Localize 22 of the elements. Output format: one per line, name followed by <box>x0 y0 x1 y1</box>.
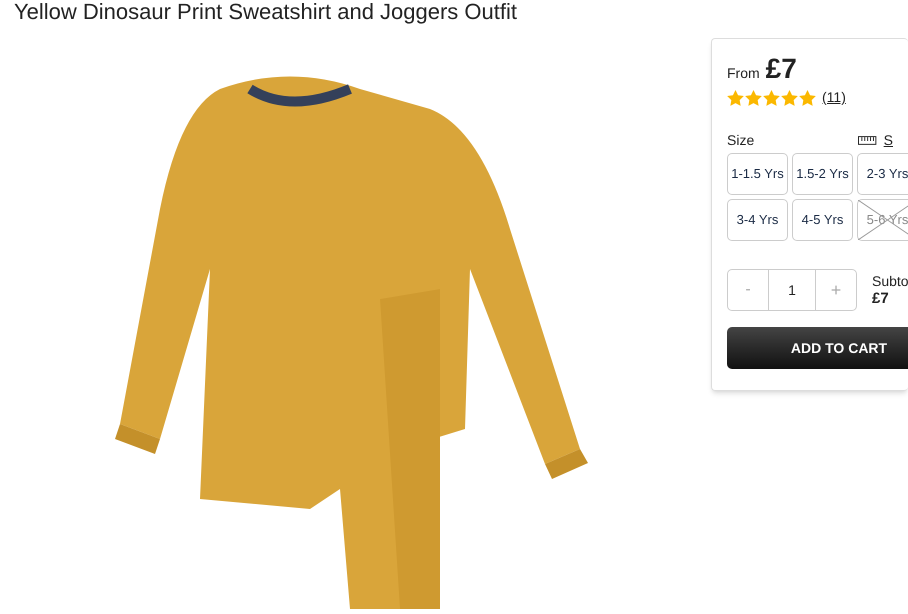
star-icon <box>727 90 744 106</box>
size-label: Size <box>727 130 756 150</box>
review-count-link[interactable]: (11) <box>822 87 846 108</box>
star-icon <box>781 90 798 106</box>
star-icon <box>763 90 780 106</box>
size-option[interactable]: 1-1.5 Yrs <box>727 153 788 195</box>
star-icon <box>745 90 762 106</box>
size-option[interactable]: 1.5-2 Yrs <box>792 153 853 195</box>
price: £7 <box>766 53 797 85</box>
size-option[interactable]: 2-3 Yrs <box>857 153 908 195</box>
quantity-field[interactable]: 1 <box>769 269 815 311</box>
price-prefix: From <box>727 64 760 83</box>
subtotal-label: Subto <box>872 272 908 290</box>
star-icon <box>799 90 816 106</box>
size-guide-link[interactable]: S <box>884 130 893 150</box>
add-to-cart-button[interactable]: ADD TO CART <box>727 327 908 369</box>
size-option[interactable]: 4-5 Yrs <box>792 199 853 241</box>
product-title: Yellow Dinosaur Print Sweatshirt and Joggers Outfit <box>14 0 517 26</box>
size-option[interactable]: 3-4 Yrs <box>727 199 788 241</box>
subtotal-value: £7 <box>872 290 890 308</box>
size-option[interactable]: 5-6 Yrs <box>857 199 908 241</box>
ruler-icon <box>858 135 877 145</box>
